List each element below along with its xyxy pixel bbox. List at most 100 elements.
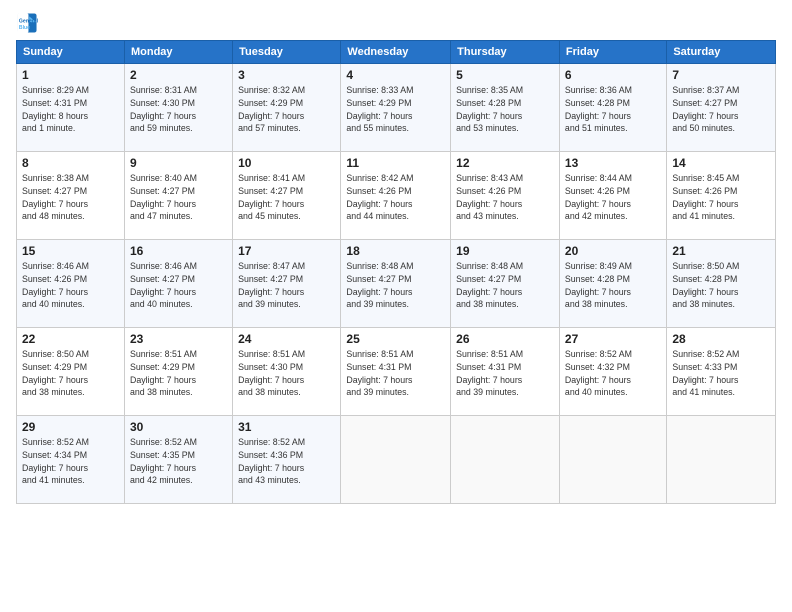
day-info: Sunrise: 8:52 AM Sunset: 4:36 PM Dayligh… — [238, 436, 335, 487]
calendar-cell: 27 Sunrise: 8:52 AM Sunset: 4:32 PM Dayli… — [559, 328, 666, 416]
calendar-week-3: 15 Sunrise: 8:46 AM Sunset: 4:26 PM Dayli… — [17, 240, 776, 328]
logo: General Blue — [16, 12, 38, 34]
calendar-cell: 18 Sunrise: 8:48 AM Sunset: 4:27 PM Dayli… — [341, 240, 451, 328]
day-info: Sunrise: 8:49 AM Sunset: 4:28 PM Dayligh… — [565, 260, 661, 311]
day-info: Sunrise: 8:41 AM Sunset: 4:27 PM Dayligh… — [238, 172, 335, 223]
day-info: Sunrise: 8:45 AM Sunset: 4:26 PM Dayligh… — [672, 172, 770, 223]
svg-text:Blue: Blue — [19, 25, 30, 31]
day-number: 29 — [22, 420, 119, 434]
day-number: 23 — [130, 332, 227, 346]
day-number: 21 — [672, 244, 770, 258]
day-info: Sunrise: 8:46 AM Sunset: 4:27 PM Dayligh… — [130, 260, 227, 311]
day-number: 30 — [130, 420, 227, 434]
calendar-cell: 12 Sunrise: 8:43 AM Sunset: 4:26 PM Dayli… — [451, 152, 560, 240]
calendar-week-2: 8 Sunrise: 8:38 AM Sunset: 4:27 PM Daylig… — [17, 152, 776, 240]
header: General Blue — [16, 12, 776, 34]
day-number: 31 — [238, 420, 335, 434]
calendar-cell: 23 Sunrise: 8:51 AM Sunset: 4:29 PM Dayli… — [124, 328, 232, 416]
day-info: Sunrise: 8:42 AM Sunset: 4:26 PM Dayligh… — [346, 172, 445, 223]
day-info: Sunrise: 8:33 AM Sunset: 4:29 PM Dayligh… — [346, 84, 445, 135]
day-number: 27 — [565, 332, 661, 346]
calendar-cell: 14Sunrise: 8:45 AM Sunset: 4:26 PM Dayli… — [667, 152, 776, 240]
day-info: Sunrise: 8:52 AM Sunset: 4:32 PM Dayligh… — [565, 348, 661, 399]
logo-icon: General Blue — [16, 12, 38, 34]
calendar-cell: 6 Sunrise: 8:36 AM Sunset: 4:28 PM Daylig… — [559, 64, 666, 152]
calendar-cell: 2 Sunrise: 8:31 AM Sunset: 4:30 PM Daylig… — [124, 64, 232, 152]
calendar-cell: 19 Sunrise: 8:48 AM Sunset: 4:27 PM Dayli… — [451, 240, 560, 328]
day-number: 15 — [22, 244, 119, 258]
day-number: 16 — [130, 244, 227, 258]
calendar-cell: 10 Sunrise: 8:41 AM Sunset: 4:27 PM Dayli… — [233, 152, 341, 240]
calendar-cell — [667, 416, 776, 504]
calendar-cell: 22Sunrise: 8:50 AM Sunset: 4:29 PM Dayli… — [17, 328, 125, 416]
day-info: Sunrise: 8:50 AM Sunset: 4:28 PM Dayligh… — [672, 260, 770, 311]
day-number: 13 — [565, 156, 661, 170]
calendar-cell: 11 Sunrise: 8:42 AM Sunset: 4:26 PM Dayli… — [341, 152, 451, 240]
day-number: 10 — [238, 156, 335, 170]
day-number: 17 — [238, 244, 335, 258]
day-info: Sunrise: 8:52 AM Sunset: 4:35 PM Dayligh… — [130, 436, 227, 487]
day-number: 28 — [672, 332, 770, 346]
day-info: Sunrise: 8:51 AM Sunset: 4:31 PM Dayligh… — [456, 348, 554, 399]
calendar-cell: 31 Sunrise: 8:52 AM Sunset: 4:36 PM Dayli… — [233, 416, 341, 504]
calendar-header-thursday: Thursday — [451, 41, 560, 64]
calendar-cell: 8 Sunrise: 8:38 AM Sunset: 4:27 PM Daylig… — [17, 152, 125, 240]
calendar-cell: 20 Sunrise: 8:49 AM Sunset: 4:28 PM Dayli… — [559, 240, 666, 328]
calendar-cell: 26Sunrise: 8:51 AM Sunset: 4:31 PM Dayli… — [451, 328, 560, 416]
calendar-header-monday: Monday — [124, 41, 232, 64]
day-info: Sunrise: 8:52 AM Sunset: 4:34 PM Dayligh… — [22, 436, 119, 487]
day-info: Sunrise: 8:38 AM Sunset: 4:27 PM Dayligh… — [22, 172, 119, 223]
day-number: 24 — [238, 332, 335, 346]
calendar-cell: 28 Sunrise: 8:52 AM Sunset: 4:33 PM Dayli… — [667, 328, 776, 416]
day-number: 2 — [130, 68, 227, 82]
calendar-header-saturday: Saturday — [667, 41, 776, 64]
calendar-cell: 13Sunrise: 8:44 AM Sunset: 4:26 PM Dayli… — [559, 152, 666, 240]
day-info: Sunrise: 8:31 AM Sunset: 4:30 PM Dayligh… — [130, 84, 227, 135]
day-info: Sunrise: 8:52 AM Sunset: 4:33 PM Dayligh… — [672, 348, 770, 399]
calendar-cell: 1Sunrise: 8:29 AM Sunset: 4:31 PM Daylig… — [17, 64, 125, 152]
day-number: 9 — [130, 156, 227, 170]
day-number: 12 — [456, 156, 554, 170]
day-number: 3 — [238, 68, 335, 82]
calendar-header-sunday: Sunday — [17, 41, 125, 64]
calendar-cell: 24 Sunrise: 8:51 AM Sunset: 4:30 PM Dayli… — [233, 328, 341, 416]
calendar-cell — [341, 416, 451, 504]
calendar-cell — [559, 416, 666, 504]
calendar-cell: 29 Sunrise: 8:52 AM Sunset: 4:34 PM Dayli… — [17, 416, 125, 504]
calendar-cell: 17Sunrise: 8:47 AM Sunset: 4:27 PM Dayli… — [233, 240, 341, 328]
day-number: 1 — [22, 68, 119, 82]
page: General Blue SundayMondayTuesdayWednesda… — [0, 0, 792, 612]
day-number: 25 — [346, 332, 445, 346]
calendar-cell: 3 Sunrise: 8:32 AM Sunset: 4:29 PM Daylig… — [233, 64, 341, 152]
calendar-header-row: SundayMondayTuesdayWednesdayThursdayFrid… — [17, 41, 776, 64]
day-number: 22 — [22, 332, 119, 346]
day-info: Sunrise: 8:32 AM Sunset: 4:29 PM Dayligh… — [238, 84, 335, 135]
day-info: Sunrise: 8:36 AM Sunset: 4:28 PM Dayligh… — [565, 84, 661, 135]
day-info: Sunrise: 8:48 AM Sunset: 4:27 PM Dayligh… — [456, 260, 554, 311]
calendar-header-tuesday: Tuesday — [233, 41, 341, 64]
calendar-header-friday: Friday — [559, 41, 666, 64]
calendar-cell: 7Sunrise: 8:37 AM Sunset: 4:27 PM Daylig… — [667, 64, 776, 152]
day-info: Sunrise: 8:51 AM Sunset: 4:29 PM Dayligh… — [130, 348, 227, 399]
calendar-table: SundayMondayTuesdayWednesdayThursdayFrid… — [16, 40, 776, 504]
day-number: 8 — [22, 156, 119, 170]
day-info: Sunrise: 8:48 AM Sunset: 4:27 PM Dayligh… — [346, 260, 445, 311]
day-info: Sunrise: 8:51 AM Sunset: 4:30 PM Dayligh… — [238, 348, 335, 399]
calendar-cell: 25Sunrise: 8:51 AM Sunset: 4:31 PM Dayli… — [341, 328, 451, 416]
calendar-cell: 16 Sunrise: 8:46 AM Sunset: 4:27 PM Dayli… — [124, 240, 232, 328]
day-number: 6 — [565, 68, 661, 82]
day-info: Sunrise: 8:37 AM Sunset: 4:27 PM Dayligh… — [672, 84, 770, 135]
calendar-cell: 9 Sunrise: 8:40 AM Sunset: 4:27 PM Daylig… — [124, 152, 232, 240]
day-number: 18 — [346, 244, 445, 258]
day-info: Sunrise: 8:35 AM Sunset: 4:28 PM Dayligh… — [456, 84, 554, 135]
calendar-week-1: 1Sunrise: 8:29 AM Sunset: 4:31 PM Daylig… — [17, 64, 776, 152]
day-number: 20 — [565, 244, 661, 258]
calendar-week-5: 29 Sunrise: 8:52 AM Sunset: 4:34 PM Dayli… — [17, 416, 776, 504]
day-number: 11 — [346, 156, 445, 170]
calendar-cell: 21 Sunrise: 8:50 AM Sunset: 4:28 PM Dayli… — [667, 240, 776, 328]
day-number: 19 — [456, 244, 554, 258]
calendar-header-wednesday: Wednesday — [341, 41, 451, 64]
day-info: Sunrise: 8:43 AM Sunset: 4:26 PM Dayligh… — [456, 172, 554, 223]
day-info: Sunrise: 8:40 AM Sunset: 4:27 PM Dayligh… — [130, 172, 227, 223]
day-info: Sunrise: 8:46 AM Sunset: 4:26 PM Dayligh… — [22, 260, 119, 311]
